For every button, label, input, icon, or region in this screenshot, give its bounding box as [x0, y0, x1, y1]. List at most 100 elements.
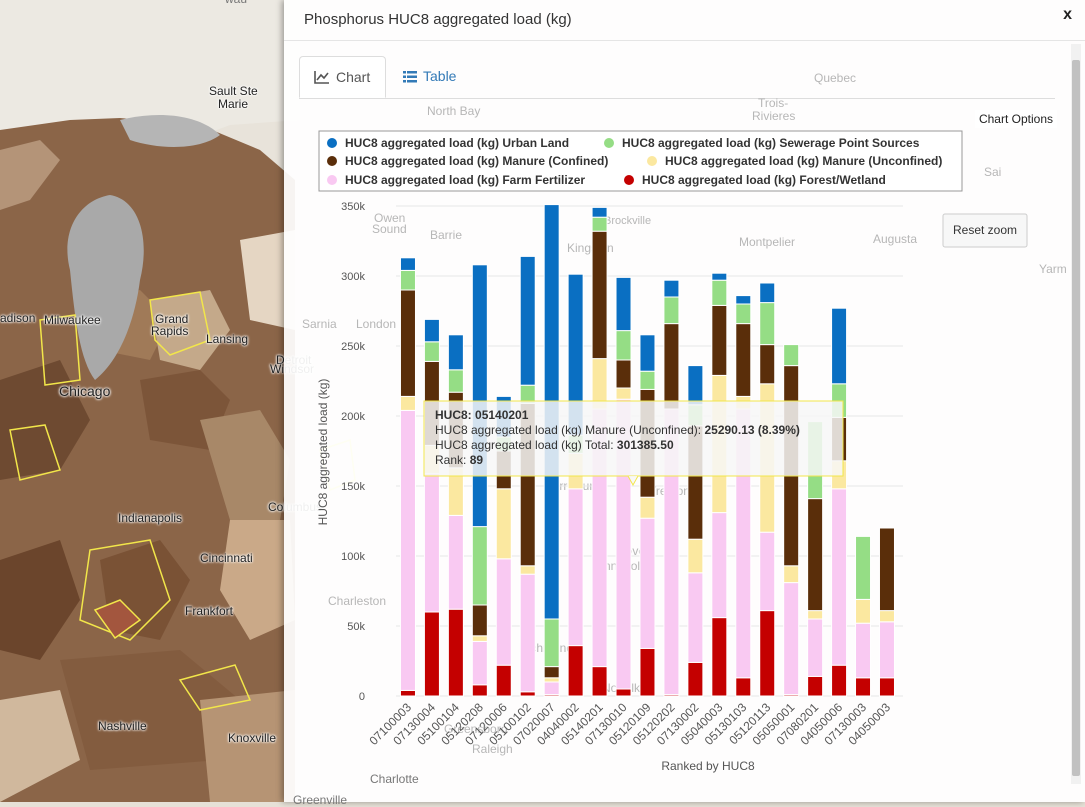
bar-segment-sewerage[interactable] [471, 526, 488, 606]
bar-segment-manure_unconfined[interactable] [519, 565, 536, 575]
bar-segment-forest_wetland[interactable] [807, 675, 824, 697]
bar-segment-forest_wetland[interactable] [687, 661, 704, 697]
bar-segment-sewerage[interactable] [663, 296, 680, 325]
bar-segment-manure_unconfined[interactable] [471, 635, 488, 642]
bar-segment-sewerage[interactable] [711, 279, 728, 306]
bar-segment-forest_wetland[interactable] [855, 677, 872, 697]
bar-segment-manure_confined[interactable] [591, 230, 608, 360]
bar-segment-sewerage[interactable] [591, 216, 608, 232]
bar-segment-forest_wetland[interactable] [878, 677, 895, 697]
scrollbar-thumb[interactable] [1072, 60, 1080, 776]
bar-segment-manure_unconfined[interactable] [639, 496, 656, 519]
bar-segment-farm_fertilizer[interactable] [855, 622, 872, 679]
bar-segment-manure_confined[interactable] [663, 323, 680, 410]
bar-segment-farm_fertilizer[interactable] [399, 409, 416, 691]
bar-segment-urban[interactable] [615, 276, 632, 332]
bar-segment-forest_wetland[interactable] [759, 610, 776, 697]
bar-segment-manure_unconfined[interactable] [855, 598, 872, 624]
bar-segment-manure_unconfined[interactable] [878, 610, 895, 623]
y-axis-ticks: 0 50k 100k 150k 200k 250k 300k 350k [341, 201, 365, 703]
bar-segment-forest_wetland[interactable] [567, 645, 584, 697]
bar-segment-forest_wetland[interactable] [447, 608, 464, 697]
bar-segment-manure_unconfined[interactable] [495, 488, 512, 560]
bar-segment-manure_unconfined[interactable] [399, 395, 416, 411]
bar-segment-sewerage[interactable] [615, 330, 632, 361]
bar-segment-manure_confined[interactable] [807, 498, 824, 612]
bar-segment-sewerage[interactable] [759, 302, 776, 346]
bar-segment-urban[interactable] [399, 257, 416, 271]
bar-segment-urban[interactable] [687, 365, 704, 406]
bar-segment-sewerage[interactable] [399, 269, 416, 291]
bar-segment-farm_fertilizer[interactable] [759, 531, 776, 612]
bar-segment-farm_fertilizer[interactable] [711, 512, 728, 619]
bar-segment-sewerage[interactable] [447, 369, 464, 393]
bar-segment-manure_confined[interactable] [471, 604, 488, 637]
bar-segment-urban[interactable] [591, 206, 608, 218]
bar-segment-forest_wetland[interactable] [735, 677, 752, 697]
bar-segment-manure_confined[interactable] [759, 344, 776, 385]
bar-segment-sewerage[interactable] [783, 344, 800, 367]
bar-segment-manure_confined[interactable] [543, 666, 560, 679]
bar-segment-farm_fertilizer[interactable] [639, 517, 656, 649]
bar-segment-manure_unconfined[interactable] [687, 538, 704, 574]
bar-segment-urban[interactable] [831, 307, 848, 385]
bar-segment-urban[interactable] [711, 272, 728, 281]
bar-segment-urban[interactable] [447, 334, 464, 371]
x-axis-label: Ranked by HUC8 [661, 759, 755, 773]
bar-segment-forest_wetland[interactable] [495, 664, 512, 697]
bar-segment-forest_wetland[interactable] [519, 691, 536, 697]
bar-segment-forest_wetland[interactable] [591, 666, 608, 697]
legend-item-forest_wetland[interactable]: HUC8 aggregated load (kg) Forest/Wetland [642, 173, 886, 187]
bar-segment-manure_confined[interactable] [711, 304, 728, 376]
bar-segment-farm_fertilizer[interactable] [783, 582, 800, 696]
bar-segment-urban[interactable] [735, 295, 752, 305]
bar-segment-farm_fertilizer[interactable] [447, 514, 464, 610]
chart-options-button[interactable]: Chart Options [974, 110, 1057, 128]
bar-segment-urban[interactable] [423, 318, 440, 343]
bar-segment-farm_fertilizer[interactable] [878, 621, 895, 679]
bar-segment-manure_confined[interactable] [615, 359, 632, 389]
bar-segment-manure_confined[interactable] [399, 289, 416, 397]
bar-segment-forest_wetland[interactable] [423, 611, 440, 697]
bar-segment-farm_fertilizer[interactable] [687, 572, 704, 663]
bar-segment-forest_wetland[interactable] [831, 664, 848, 697]
legend-item-urban[interactable]: HUC8 aggregated load (kg) Urban Land [345, 136, 569, 150]
bar-segment-sewerage[interactable] [543, 618, 560, 668]
bar-segment-urban[interactable] [639, 334, 656, 372]
bar-segment-forest_wetland[interactable] [711, 617, 728, 697]
bar-segment-farm_fertilizer[interactable] [831, 488, 848, 666]
bar-segment-farm_fertilizer[interactable] [495, 558, 512, 666]
bar-segment-sewerage[interactable] [855, 535, 872, 600]
bar-segment-manure_unconfined[interactable] [615, 387, 632, 400]
bar-segment-urban[interactable] [759, 282, 776, 304]
bar-segment-sewerage[interactable] [639, 370, 656, 390]
stacked-bar-chart[interactable]: HUC8 aggregated load (kg) Urban Land HUC8… [284, 0, 1085, 802]
bar-segment-urban[interactable] [519, 255, 536, 386]
reset-zoom-button[interactable]: Reset zoom [942, 213, 1028, 248]
bar-segment-urban[interactable] [663, 279, 680, 298]
bar-segment-farm_fertilizer[interactable] [519, 573, 536, 693]
bar-segment-manure_unconfined[interactable] [543, 677, 560, 683]
legend-item-sewerage[interactable]: HUC8 aggregated load (kg) Sewerage Point… [622, 136, 920, 150]
bar-segment-forest_wetland[interactable] [615, 688, 632, 697]
bar-segment-forest_wetland[interactable] [639, 647, 656, 697]
bar-segment-sewerage[interactable] [423, 341, 440, 362]
bar-segment-manure_confined[interactable] [735, 323, 752, 397]
bar-segment-farm_fertilizer[interactable] [567, 488, 584, 647]
bar-segment-manure_confined[interactable] [878, 527, 895, 612]
bar-segment-sewerage[interactable] [735, 303, 752, 325]
legend-item-manure_confined[interactable]: HUC8 aggregated load (kg) Manure (Confin… [345, 154, 608, 168]
legend-marker-urban [327, 138, 337, 148]
bar-segment-manure_unconfined[interactable] [807, 610, 824, 620]
bar-segment-forest_wetland[interactable] [399, 689, 416, 697]
bar-segment-farm_fertilizer[interactable] [423, 472, 440, 613]
legend-item-farm_fertilizer[interactable]: HUC8 aggregated load (kg) Farm Fertilize… [345, 173, 585, 187]
bar-segment-manure_unconfined[interactable] [783, 565, 800, 584]
bar-segment-farm_fertilizer[interactable] [807, 618, 824, 677]
bar-segment-farm_fertilizer[interactable] [543, 681, 560, 696]
bar-segment-farm_fertilizer[interactable] [471, 640, 488, 686]
legend-item-manure_unconfined[interactable]: HUC8 aggregated load (kg) Manure (Unconf… [665, 154, 942, 168]
y-tick-label: 300k [341, 271, 365, 283]
bar-segment-urban[interactable] [471, 264, 488, 528]
bar-segment-forest_wetland[interactable] [471, 684, 488, 697]
